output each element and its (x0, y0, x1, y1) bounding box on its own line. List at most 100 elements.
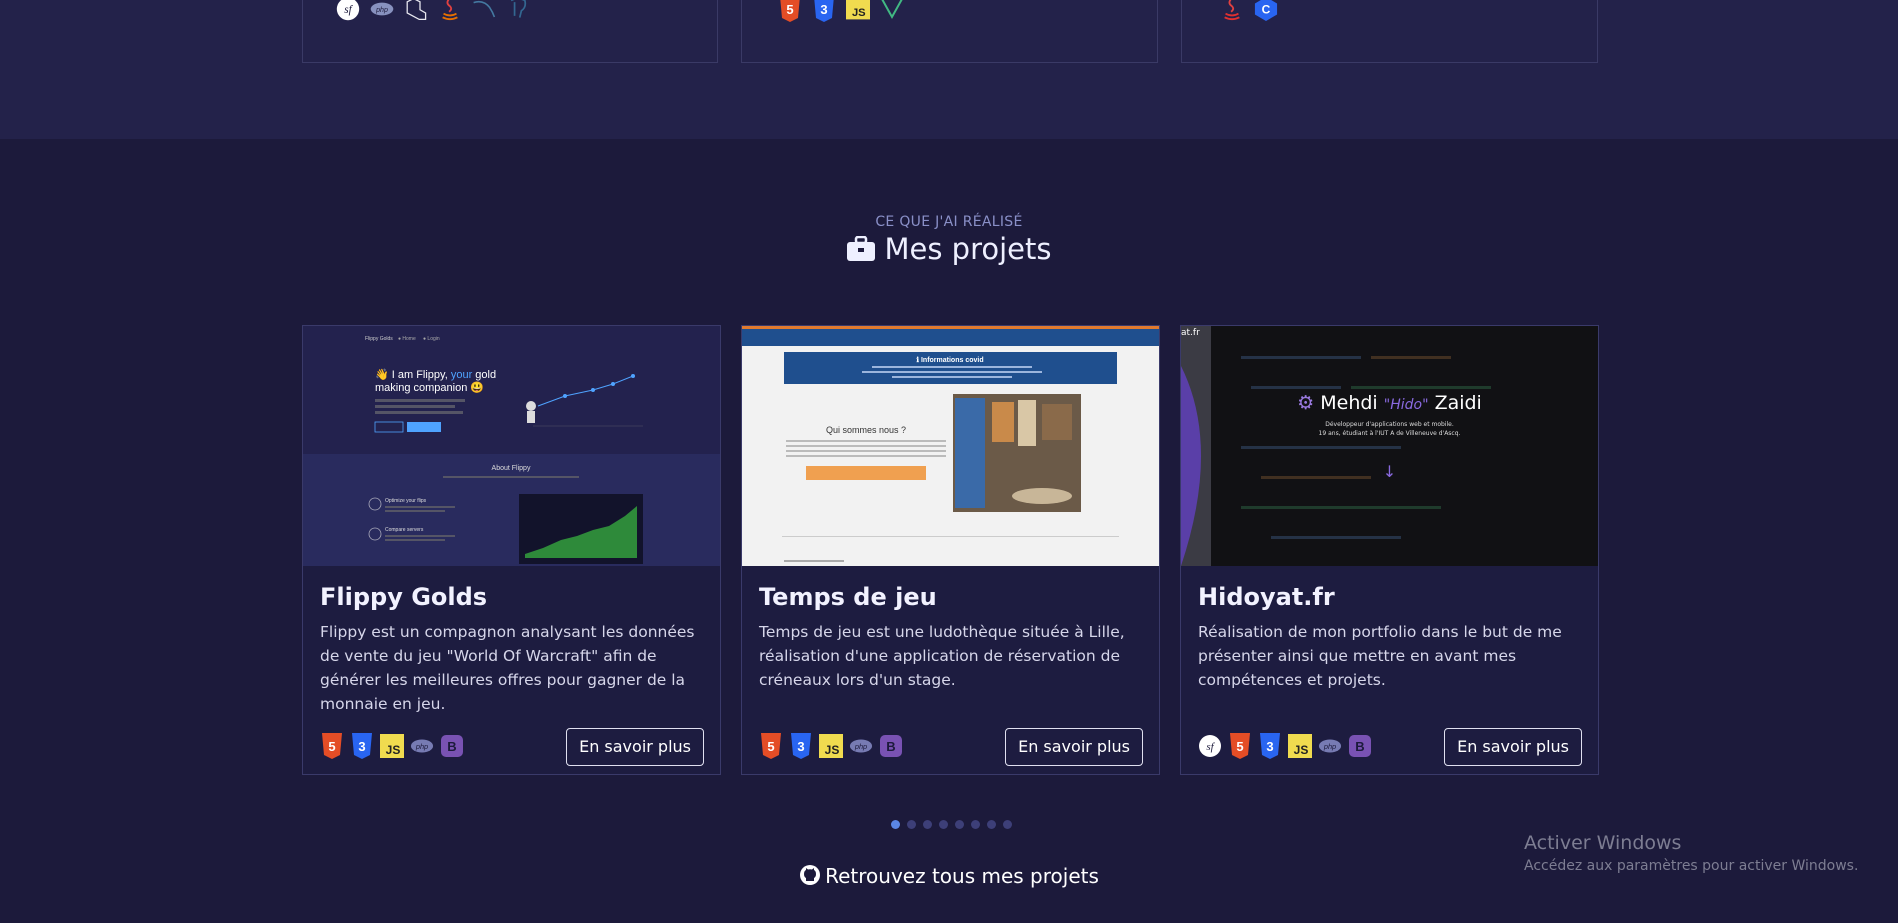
carousel-dot[interactable] (890, 820, 900, 829)
skill-icons-other: C (1220, 0, 1278, 21)
svg-text:5: 5 (328, 739, 335, 754)
php-icon: php (370, 0, 394, 21)
hero-nickname: "Hido" (1383, 397, 1429, 413)
java-icon (1220, 0, 1244, 21)
hero-tagline-1: Développeur d'applications web et mobile… (1325, 421, 1454, 428)
hero-first-name: Mehdi (1320, 392, 1378, 414)
svg-text:JS: JS (386, 743, 401, 757)
svg-text:5: 5 (767, 739, 774, 754)
project-screenshot[interactable]: at.fr ⚙ Mehdi "Hido" Zaidi Développeur d… (1181, 326, 1598, 566)
html5-icon: 5 (759, 733, 783, 759)
svg-text:php: php (1323, 742, 1336, 751)
svg-text:● Login: ● Login (423, 336, 440, 342)
hero-tagline-2: 19 ans, étudiant à l'IUT A de Villeneuve… (1318, 430, 1461, 437)
css3-icon: 3 (1258, 733, 1282, 759)
js-icon: JS (819, 734, 843, 758)
project-card-temps-de-jeu: ℹ Informations covid Qui sommes nous ? T… (741, 325, 1160, 775)
js-icon: JS (380, 734, 404, 758)
carousel-dot[interactable] (1002, 820, 1012, 829)
postgresql-icon (506, 0, 530, 21)
carousel-dots (0, 820, 1898, 829)
svg-text:3: 3 (797, 739, 804, 754)
svg-text:Compare servers: Compare servers (385, 527, 424, 533)
skill-icons-backend: sf php (336, 0, 530, 21)
html5-icon: 5 (320, 733, 344, 759)
project-description: Temps de jeu est une ludothèque située à… (759, 623, 1125, 689)
tech-stack: 5 3 JS php B (320, 733, 464, 759)
bootstrap-icon: B (1348, 734, 1372, 758)
css3-icon: 3 (812, 0, 836, 22)
c-icon: C (1254, 0, 1278, 21)
project-title: Hidoyat.fr (1198, 583, 1335, 611)
svg-text:php: php (375, 7, 388, 14)
svg-text:JS: JS (825, 743, 840, 757)
skill-card-frontend: 5 3 JS (741, 0, 1158, 63)
learn-more-button[interactable]: En savoir plus (566, 728, 704, 766)
svg-text:3: 3 (1266, 739, 1273, 754)
temps-de-jeu-preview: ℹ Informations covid Qui sommes nous ? (742, 326, 1159, 562)
vue-icon (880, 0, 904, 21)
svg-text:Optimize your flips: Optimize your flips (385, 498, 427, 504)
php-icon: php (1318, 734, 1342, 758)
carousel-dot[interactable] (986, 820, 996, 829)
svg-text:👋 I am Flippy, your gold: 👋 I am Flippy, your gold (375, 368, 496, 381)
skills-band: sf php 5 3 JS C (0, 0, 1898, 139)
html5-icon: 5 (1228, 733, 1252, 759)
svg-text:php: php (854, 742, 867, 751)
html5-icon: 5 (778, 0, 802, 22)
svg-text:B: B (447, 739, 456, 754)
php-icon: php (410, 734, 434, 758)
watermark-title: Activer Windows (1524, 832, 1682, 854)
project-title: Flippy Golds (320, 583, 488, 611)
js-icon: JS (1288, 734, 1312, 758)
learn-more-button[interactable]: En savoir plus (1005, 728, 1143, 766)
svg-text:making companion 😃: making companion 😃 (375, 381, 484, 394)
svg-text:C: C (1262, 3, 1271, 17)
php-icon: php (849, 734, 873, 758)
carousel-dot[interactable] (970, 820, 980, 829)
svg-text:B: B (1355, 739, 1364, 754)
laravel-icon (404, 0, 428, 21)
carousel-dot[interactable] (954, 820, 964, 829)
skill-card-backend: sf php (302, 0, 718, 63)
windows-activation-watermark: Activer Windows Accédez aux paramètres p… (1524, 832, 1858, 874)
css3-icon: 3 (789, 733, 813, 759)
bootstrap-icon: B (879, 734, 903, 758)
section-subtitle: CE QUE J'AI RÉALISÉ (875, 214, 1023, 230)
section-title: Mes projets (0, 232, 1898, 269)
project-card-flippy: Flippy Golds ● Home ● Login 👋 I am Flipp… (302, 325, 721, 775)
svg-text:Qui sommes nous ?: Qui sommes nous ? (826, 425, 906, 435)
project-screenshot[interactable]: Flippy Golds ● Home ● Login 👋 I am Flipp… (303, 326, 720, 566)
mysql-icon (472, 0, 496, 21)
flippy-preview: Flippy Golds ● Home ● Login 👋 I am Flipp… (303, 326, 720, 566)
project-description: Flippy est un compagnon analysant les do… (320, 623, 695, 713)
svg-text:JS: JS (852, 7, 866, 19)
svg-text:ℹ Informations covid: ℹ Informations covid (916, 356, 983, 364)
carousel-dot[interactable] (922, 820, 932, 829)
learn-more-button[interactable]: En savoir plus (1444, 728, 1582, 766)
svg-text:php: php (415, 742, 428, 751)
hidoyat-side-label: at.fr (1181, 328, 1200, 338)
arrow-down-icon: ↓ (1382, 462, 1397, 481)
svg-text:3: 3 (820, 2, 827, 17)
css3-icon: 3 (350, 733, 374, 759)
svg-text:● Home: ● Home (398, 336, 416, 342)
project-description: Réalisation de mon portfolio dans le but… (1198, 623, 1562, 689)
hidoyat-preview (1181, 326, 1598, 566)
svg-text:5: 5 (1236, 739, 1243, 754)
project-title: Temps de jeu (759, 583, 937, 611)
svg-text:JS: JS (1294, 743, 1309, 757)
skill-icons-frontend: 5 3 JS (778, 0, 904, 22)
js-icon: JS (846, 0, 870, 21)
java-icon (438, 0, 462, 21)
project-card-hidoyat: at.fr ⚙ Mehdi "Hido" Zaidi Développeur d… (1180, 325, 1599, 775)
tech-stack: sf 5 3 JS php B (1198, 733, 1372, 759)
gear-icon: ⚙ (1297, 392, 1315, 414)
carousel-dot[interactable] (938, 820, 948, 829)
svg-text:About Flippy: About Flippy (492, 465, 531, 472)
briefcase-icon (846, 235, 876, 269)
carousel-dot[interactable] (906, 820, 916, 829)
symfony-icon: sf (1198, 734, 1222, 758)
project-screenshot[interactable]: ℹ Informations covid Qui sommes nous ? (742, 326, 1159, 566)
symfony-icon: sf (336, 0, 360, 21)
